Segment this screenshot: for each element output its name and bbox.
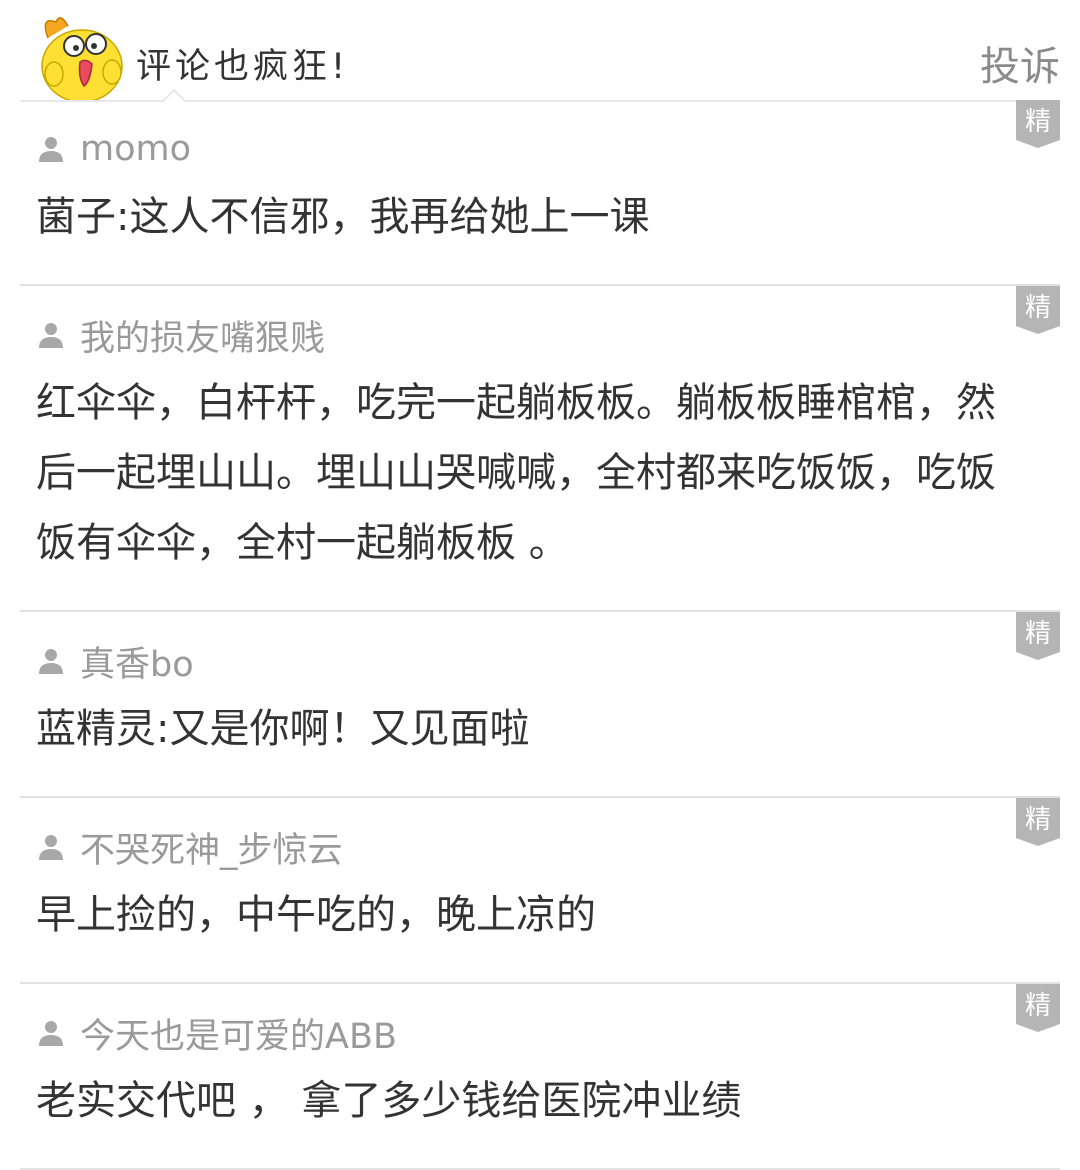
featured-badge-label: 精 [1025, 107, 1051, 137]
user-icon [39, 1021, 63, 1046]
user-icon [39, 649, 63, 674]
comment-item[interactable]: 精 momo 菌子:这人不信邪，我再给她上一课 [20, 100, 1060, 286]
comment-user-row: 不哭死神_步惊云 [36, 828, 1060, 871]
featured-badge-icon: 精 [1016, 798, 1060, 846]
featured-badge-icon: 精 [1016, 100, 1060, 148]
comments-header: 评论也疯狂! 投诉 [20, 0, 1060, 112]
comment-text: 老实交代吧 ， 拿了多少钱给医院冲业绩 [36, 1078, 742, 1124]
featured-badge-icon: 精 [1016, 286, 1060, 334]
user-icon [39, 835, 63, 860]
user-icon [39, 137, 63, 162]
comment-list: 精 momo 菌子:这人不信邪，我再给她上一课精我的损友嘴狠贱 红伞伞，白杆杆，吃完一… [20, 100, 1060, 1170]
comment-item[interactable]: 精我的损友嘴狠贱 红伞伞，白杆杆，吃完一起躺板板。躺板板睡棺棺，然后一起埋山山。埋… [20, 286, 1060, 612]
comment-username[interactable]: momo [80, 129, 191, 169]
comment-text: 蓝精灵:又是你啊！又见面啦 [36, 706, 530, 752]
comment-item[interactable]: 精今天也是可爱的ABB 老实交代吧 ， 拿了多少钱给医院冲业绩 [20, 984, 1060, 1170]
comment-text: 菌子:这人不信邪，我再给她上一课 [36, 194, 650, 240]
report-button[interactable]: 投诉 [980, 34, 1060, 92]
featured-badge-icon: 精 [1016, 612, 1060, 660]
featured-badge-label: 精 [1025, 805, 1051, 835]
comment-item[interactable]: 精真香bo 蓝精灵:又是你啊！又见面啦 [20, 612, 1060, 798]
comment-username[interactable]: 我的损友嘴狠贱 [80, 310, 325, 361]
comment-user-row: 今天也是可爱的ABB [36, 1014, 1060, 1057]
comment-username[interactable]: 不哭死神_步惊云 [80, 822, 343, 873]
featured-badge-label: 精 [1025, 991, 1051, 1021]
comment-user-row: 真香bo [36, 642, 1060, 685]
comment-text: 早上捡的，中午吃的，晚上凉的 [36, 892, 596, 938]
featured-badge-label: 精 [1025, 619, 1051, 649]
comment-user-row: 我的损友嘴狠贱 [36, 316, 1060, 359]
featured-badge-icon: 精 [1016, 984, 1060, 1032]
comment-user-row: momo [36, 129, 1060, 169]
user-icon [39, 323, 63, 348]
comment-username[interactable]: 真香bo [80, 636, 194, 687]
comment-item[interactable]: 精不哭死神_步惊云 早上捡的，中午吃的，晚上凉的 [20, 798, 1060, 984]
header-title: 评论也疯狂! [136, 47, 350, 87]
featured-badge-label: 精 [1025, 293, 1051, 323]
mascot-icon [41, 17, 123, 100]
comment-username[interactable]: 今天也是可爱的ABB [80, 1008, 397, 1059]
comment-text: 红伞伞，白杆杆，吃完一起躺板板。躺板板睡棺棺，然后一起埋山山。埋山山哭喊喊，全村… [36, 380, 996, 566]
